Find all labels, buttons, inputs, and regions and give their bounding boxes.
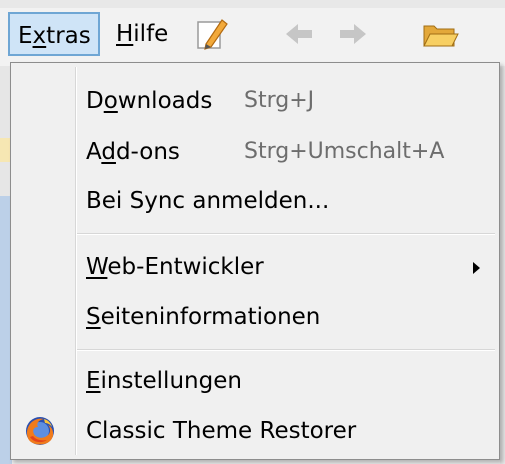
menu-item-classic-theme-restorer[interactable]: Classic Theme Restorer bbox=[14, 407, 496, 455]
back-arrow-icon[interactable] bbox=[280, 14, 320, 54]
edit-pencil-icon[interactable] bbox=[192, 14, 232, 54]
menu-hilfe-accesskey: H bbox=[116, 21, 134, 47]
menu-item-addons[interactable]: Add-ons Strg+Umschalt+A bbox=[14, 128, 496, 176]
menu-item-sync-label: Bei Sync anmelden... bbox=[86, 188, 330, 214]
menu-hilfe-label-part: ilfe bbox=[133, 21, 169, 47]
menu-item-web-developer-label: Web-Entwickler bbox=[86, 254, 264, 280]
menu-extras-label-part: tras bbox=[46, 23, 91, 49]
forward-arrow-icon[interactable] bbox=[332, 14, 372, 54]
firefox-icon bbox=[24, 415, 56, 447]
submenu-arrow-icon bbox=[473, 262, 480, 274]
menu-item-addons-shortcut: Strg+Umschalt+A bbox=[244, 139, 445, 164]
menubar-top-edge bbox=[0, 0, 505, 8]
menu-item-page-info-label: Seiteninformationen bbox=[86, 304, 321, 330]
menu-extras[interactable]: Extras bbox=[8, 12, 100, 56]
menu-item-settings-label: Einstellungen bbox=[86, 368, 242, 394]
menu-hilfe[interactable]: Hilfe bbox=[108, 12, 176, 56]
menu-item-downloads-label: Downloads bbox=[86, 88, 213, 114]
menu-item-classic-theme-restorer-label: Classic Theme Restorer bbox=[86, 418, 357, 444]
menu-item-addons-label: Add-ons bbox=[86, 139, 180, 165]
menubar: Extras Hilfe bbox=[0, 0, 505, 66]
menu-item-page-info[interactable]: Seiteninformationen bbox=[14, 293, 496, 341]
extras-menu-popup: Downloads Strg+J Add-ons Strg+Umschalt+A… bbox=[10, 62, 500, 460]
menu-item-settings[interactable]: Einstellungen bbox=[14, 357, 496, 405]
menu-item-web-developer[interactable]: Web-Entwickler bbox=[14, 243, 496, 291]
menu-separator bbox=[77, 349, 495, 351]
menu-separator bbox=[77, 233, 495, 235]
menu-item-downloads-shortcut: Strg+J bbox=[244, 88, 315, 113]
menu-extras-accesskey: x bbox=[32, 23, 47, 49]
background-window-edge-right bbox=[500, 66, 505, 464]
menu-item-sync[interactable]: Bei Sync anmelden... bbox=[14, 177, 496, 225]
menu-item-downloads[interactable]: Downloads Strg+J bbox=[14, 77, 496, 125]
open-folder-icon[interactable] bbox=[420, 14, 460, 54]
menu-extras-label-part: E bbox=[18, 23, 33, 49]
